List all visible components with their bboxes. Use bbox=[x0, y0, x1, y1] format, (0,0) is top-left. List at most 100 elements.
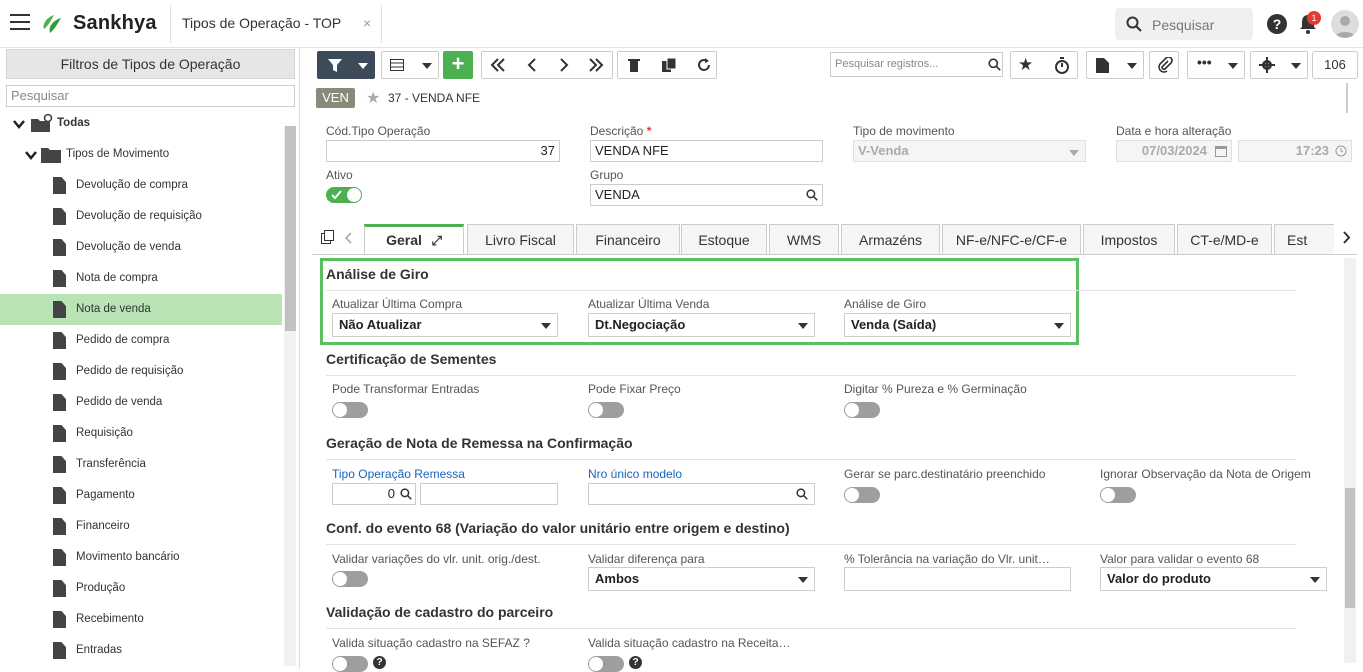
ativo-toggle[interactable] bbox=[326, 187, 362, 203]
next-record-icon[interactable] bbox=[558, 58, 570, 72]
tree-item[interactable]: Pedido de requisição bbox=[0, 356, 282, 387]
ultima-venda-select[interactable]: Dt.Negociação bbox=[588, 313, 815, 337]
tree-item[interactable]: Nota de venda bbox=[0, 294, 282, 325]
tree-item[interactable]: Devolução de requisição bbox=[0, 201, 282, 232]
tab-armaz-ns[interactable]: Armazéns bbox=[841, 224, 940, 254]
filter-button[interactable] bbox=[317, 51, 375, 79]
validar-variacoes-toggle[interactable] bbox=[332, 571, 368, 587]
tree-item-tipos-movimento[interactable]: Tipos de Movimento bbox=[0, 139, 282, 170]
tree-item[interactable]: Financeiro bbox=[0, 511, 282, 542]
nro-unico-modelo-field[interactable] bbox=[588, 483, 815, 505]
avatar[interactable] bbox=[1331, 10, 1359, 38]
expand-icon[interactable]: ⤢ bbox=[428, 233, 442, 248]
trash-icon[interactable] bbox=[628, 58, 640, 72]
validar-diferenca-select[interactable]: Ambos bbox=[588, 567, 815, 591]
ignorar-observacao-toggle[interactable] bbox=[1100, 487, 1136, 503]
form-scrollbar-thumb[interactable] bbox=[1345, 488, 1355, 608]
help-icon[interactable]: ? bbox=[1267, 14, 1287, 34]
sefaz-toggle[interactable] bbox=[332, 656, 368, 672]
search-icon[interactable] bbox=[400, 488, 412, 500]
search-icon[interactable] bbox=[806, 189, 818, 201]
tab-ct-e-md-e[interactable]: CT-e/MD-e bbox=[1177, 224, 1272, 254]
global-search[interactable]: Pesquisar bbox=[1115, 8, 1253, 40]
stopwatch-icon[interactable] bbox=[1054, 57, 1070, 74]
search-icon[interactable] bbox=[988, 58, 1001, 71]
tabs-scroll-left-icon[interactable] bbox=[344, 232, 352, 244]
records-search-input[interactable]: Pesquisar registros... bbox=[830, 52, 1003, 77]
tab-wms[interactable]: WMS bbox=[769, 224, 839, 254]
search-icon[interactable] bbox=[796, 488, 808, 500]
tab-est[interactable]: Est bbox=[1274, 224, 1334, 254]
tree-item[interactable]: Nota de compra bbox=[0, 263, 282, 294]
first-record-icon[interactable] bbox=[490, 58, 506, 72]
tipo-operacao-remessa-field[interactable]: 0 bbox=[332, 483, 416, 505]
remessa-f1-label[interactable]: Tipo Operação Remessa bbox=[332, 467, 465, 481]
menu-icon[interactable] bbox=[10, 14, 30, 32]
copy-icon[interactable] bbox=[321, 230, 335, 244]
tree-item[interactable]: Devolução de venda bbox=[0, 232, 282, 263]
tree-item[interactable]: Pedido de venda bbox=[0, 387, 282, 418]
export-button[interactable] bbox=[1086, 51, 1144, 79]
close-icon[interactable]: × bbox=[363, 15, 371, 31]
caret-down-icon bbox=[1069, 150, 1079, 156]
tabs-scroll-right-icon[interactable] bbox=[1342, 231, 1351, 244]
receita-toggle[interactable] bbox=[588, 656, 624, 672]
favorite-star-icon[interactable]: ★ bbox=[366, 88, 380, 108]
tree-item[interactable]: Produção bbox=[0, 573, 282, 604]
analise-giro-select[interactable]: Venda (Saída) bbox=[844, 313, 1071, 337]
tab-livro-fiscal[interactable]: Livro Fiscal bbox=[467, 224, 574, 254]
settings-button[interactable] bbox=[1250, 51, 1308, 79]
help-icon[interactable]: ? bbox=[373, 656, 386, 669]
tab-nf-e-nfc-e-cf-e[interactable]: NF-e/NFC-e/CF-e bbox=[942, 224, 1081, 254]
duplicate-icon[interactable] bbox=[662, 58, 676, 72]
tipo-operacao-remessa-desc[interactable] bbox=[420, 483, 558, 505]
sidebar-search-input[interactable]: Pesquisar bbox=[6, 85, 295, 107]
tree-item[interactable]: Transferência bbox=[0, 449, 282, 480]
tab-impostos[interactable]: Impostos bbox=[1083, 224, 1175, 254]
tree-item[interactable]: Pagamento bbox=[0, 480, 282, 511]
chevron-down-icon[interactable] bbox=[25, 150, 37, 160]
add-button[interactable]: + bbox=[443, 51, 473, 79]
section-title-remessa: Geração de Nota de Remessa na Confirmaçã… bbox=[326, 435, 633, 451]
tree-item-todas[interactable]: Todas bbox=[0, 108, 282, 139]
calendar-icon[interactable] bbox=[1215, 145, 1227, 157]
tree-item[interactable]: Devolução de compra bbox=[0, 170, 282, 201]
tab-financeiro[interactable]: Financeiro bbox=[576, 224, 680, 254]
tree-item[interactable]: Requisição bbox=[0, 418, 282, 449]
star-icon[interactable]: ★ bbox=[1018, 52, 1033, 78]
gerar-parc-toggle[interactable] bbox=[844, 487, 880, 503]
help-icon[interactable]: ? bbox=[629, 656, 642, 669]
tolerancia-field[interactable] bbox=[844, 567, 1071, 591]
document-icon bbox=[53, 487, 66, 504]
refresh-icon[interactable] bbox=[696, 57, 712, 73]
grupo-field[interactable]: VENDA bbox=[590, 184, 823, 206]
ultima-compra-select[interactable]: Não Atualizar bbox=[332, 313, 558, 337]
tab-estoque[interactable]: Estoque bbox=[681, 224, 767, 254]
tree-item[interactable]: Pedido de compra bbox=[0, 325, 282, 356]
remessa-f2-label[interactable]: Nro único modelo bbox=[588, 467, 682, 481]
tab-tipos-operacao[interactable]: Tipos de Operação - TOP × bbox=[170, 5, 382, 43]
more-options-button[interactable]: ••• bbox=[1187, 51, 1245, 79]
tipo-mov-select[interactable]: V-Venda bbox=[853, 140, 1086, 162]
attachment-button[interactable] bbox=[1149, 51, 1179, 79]
fixar-preco-toggle[interactable] bbox=[588, 402, 624, 418]
grid-view-button[interactable] bbox=[381, 51, 439, 79]
chevron-down-icon[interactable] bbox=[13, 119, 25, 129]
hora-field[interactable]: 17:23 bbox=[1238, 140, 1352, 162]
document-icon bbox=[53, 580, 66, 597]
sidebar-scrollbar-thumb[interactable] bbox=[285, 126, 296, 331]
previous-record-icon[interactable] bbox=[526, 58, 538, 72]
cod-field[interactable]: 37 bbox=[326, 140, 560, 162]
tree-item[interactable]: Recebimento bbox=[0, 604, 282, 635]
transformar-entradas-toggle[interactable] bbox=[332, 402, 368, 418]
valor-validar-select[interactable]: Valor do produto bbox=[1100, 567, 1327, 591]
tab-geral[interactable]: Geral ⤢ bbox=[364, 224, 464, 254]
tree-item[interactable]: Movimento bancário bbox=[0, 542, 282, 573]
pureza-germinacao-toggle[interactable] bbox=[844, 402, 880, 418]
desc-field[interactable]: VENDA NFE bbox=[590, 140, 823, 162]
data-field[interactable]: 07/03/2024 bbox=[1116, 140, 1232, 162]
remessa-f3-label: Gerar se parc.destinatário preenchido bbox=[844, 467, 1046, 481]
tree-item[interactable]: Entradas bbox=[0, 635, 282, 666]
clock-icon[interactable] bbox=[1335, 145, 1347, 157]
last-record-icon[interactable] bbox=[588, 58, 604, 72]
